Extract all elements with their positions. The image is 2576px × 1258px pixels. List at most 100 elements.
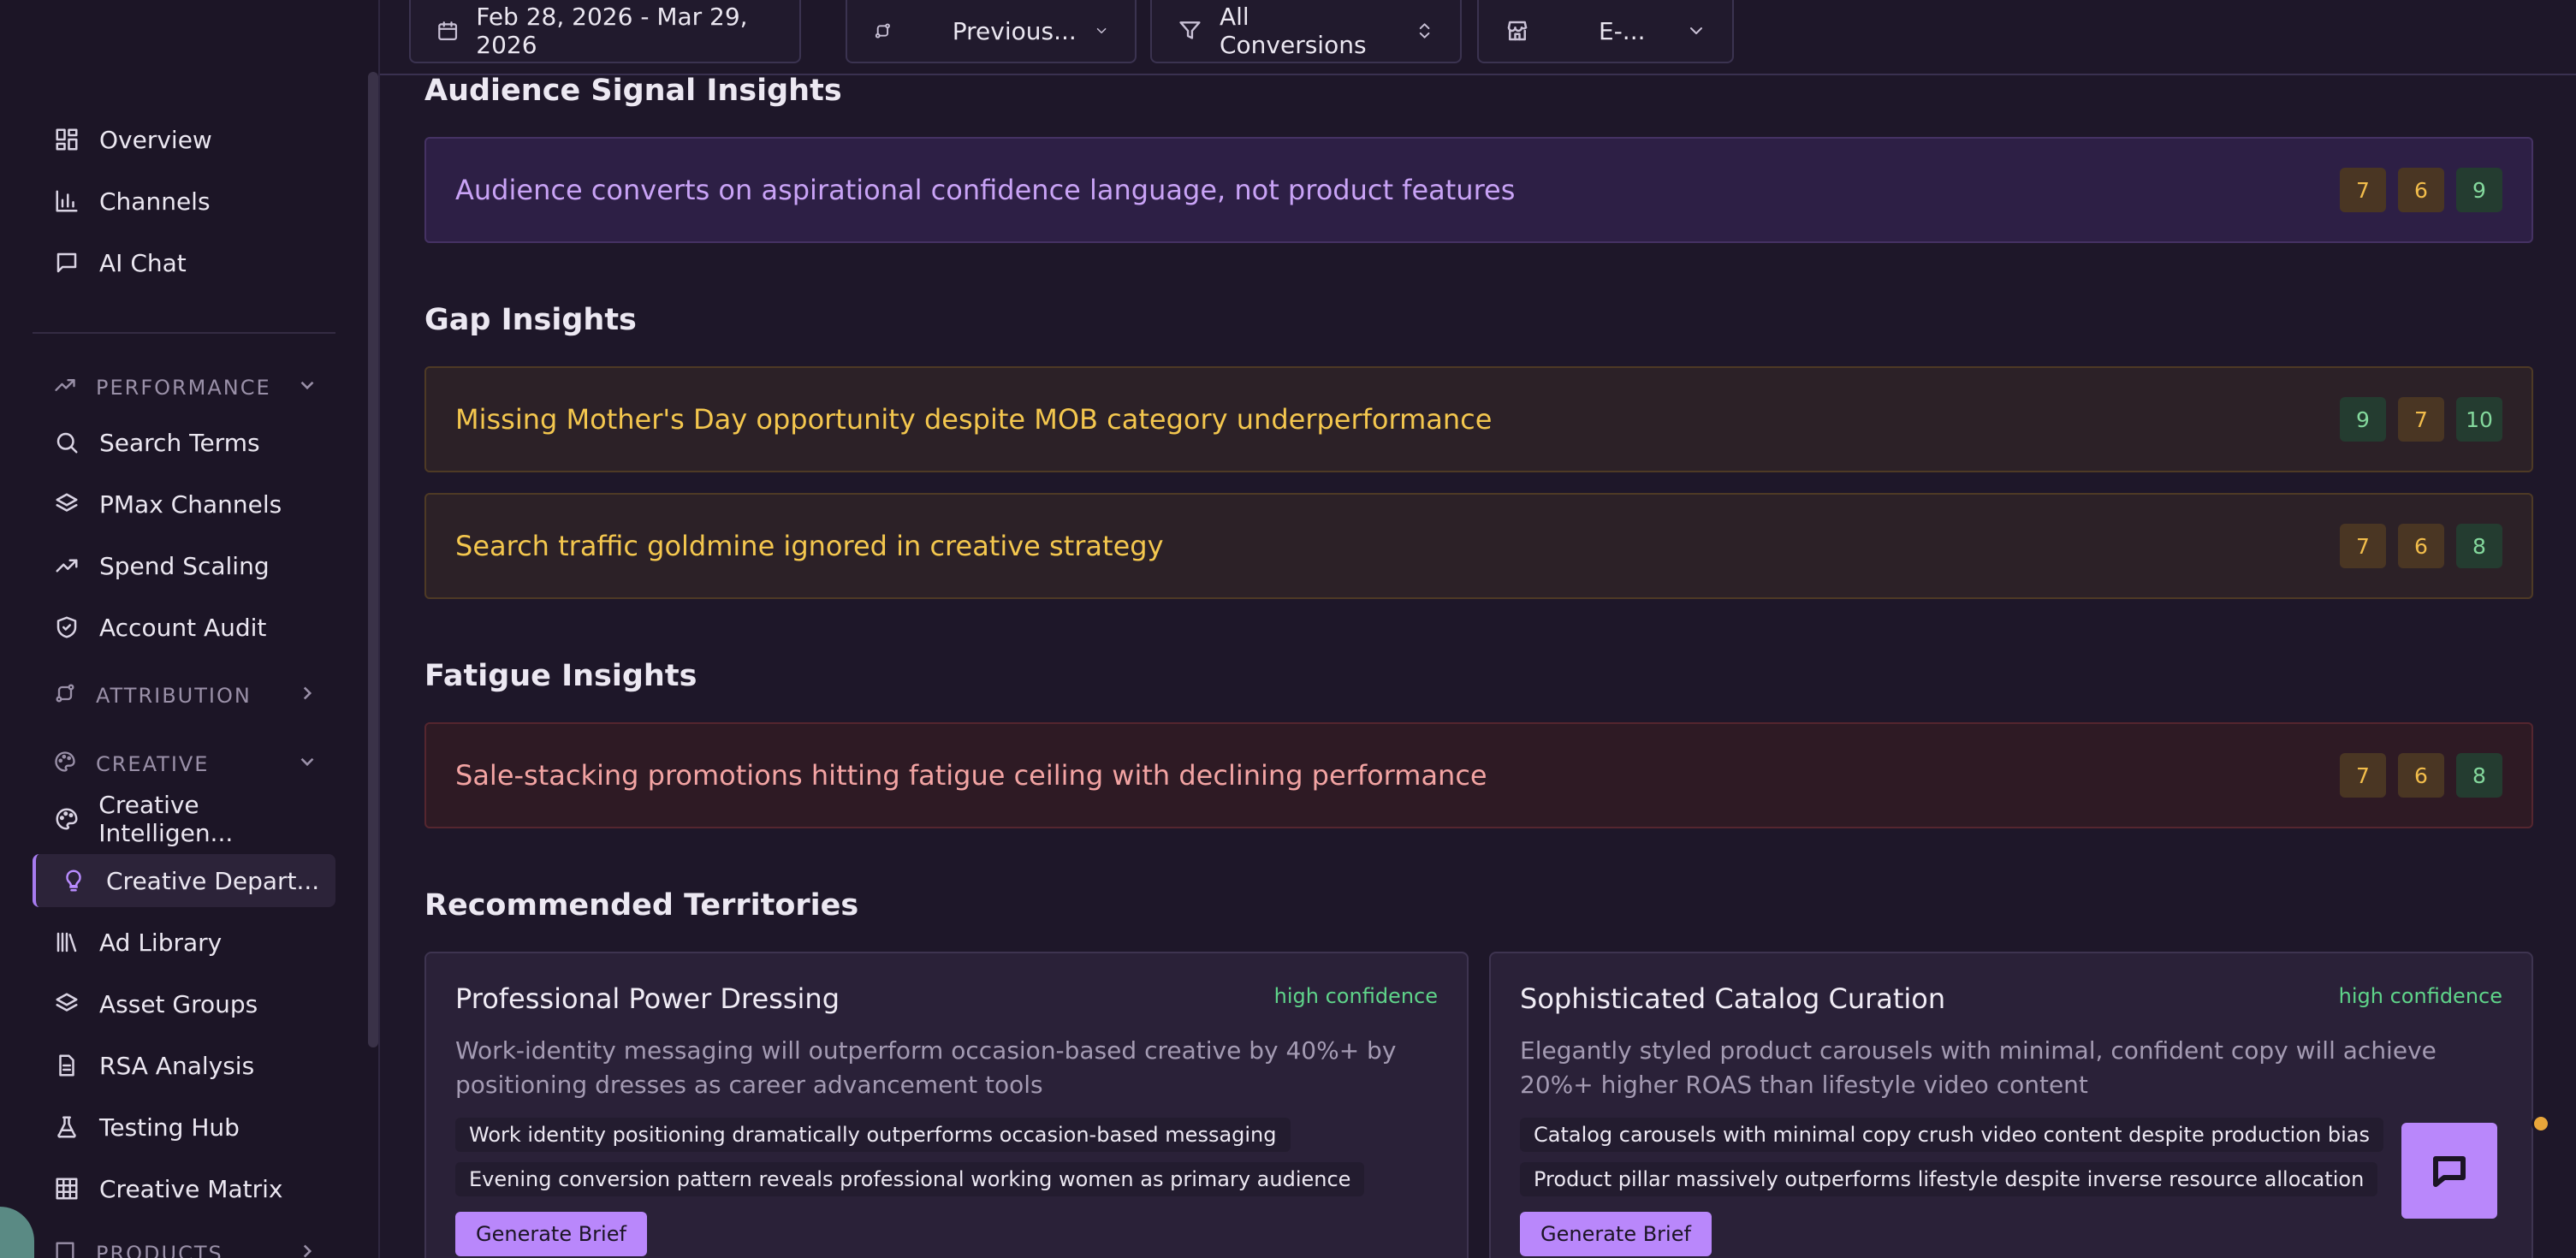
score-badge: 7 [2340,753,2386,798]
score-badges: 9 7 10 [2340,397,2502,442]
top-filter-bar: Feb 28, 2026 - Mar 29, 2026 Previous... … [380,0,2576,75]
date-range-label: Feb 28, 2026 - Mar 29, 2026 [476,3,748,59]
sidebar-item-pmax-channels[interactable]: PMax Channels [33,478,335,531]
territory-card[interactable]: Sophisticated Catalog Curation high conf… [1489,952,2533,1258]
chat-bubble-icon [2433,1156,2466,1187]
sidebar-scrollbar[interactable] [368,72,378,1047]
insight-text: Search traffic goldmine ignored in creat… [455,530,1164,562]
score-badge: 7 [2398,397,2444,442]
gap-insights-title: Gap Insights [424,303,637,337]
chevron-right-icon [296,1240,318,1258]
territory-card[interactable]: Professional Power Dressing high confide… [424,952,1469,1258]
sidebar-item-creative-department[interactable]: Creative Depart... [33,854,335,907]
sidebar-section-products[interactable]: PRODUCTS [33,1232,335,1258]
score-badge: 6 [2398,524,2444,568]
shield-check-icon [53,614,80,641]
insight-text: Audience converts on aspirational confid… [455,174,1516,206]
store-label: E-... [1599,16,1646,45]
insight-card[interactable]: Missing Mother's Day opportunity despite… [424,366,2533,472]
sidebar-item-label: Creative Matrix [99,1174,283,1203]
chevron-down-icon [296,374,318,401]
conversions-label: All Conversions [1219,3,1367,59]
table-icon [53,1175,80,1202]
insight-card[interactable]: Sale-stacking promotions hitting fatigue… [424,722,2533,828]
box-icon [53,1239,77,1258]
sidebar-section-attribution[interactable]: ATTRIBUTION [33,674,335,717]
score-badges: 7 6 9 [2340,168,2502,212]
score-badge: 7 [2340,524,2386,568]
avatar-edge [0,1207,34,1258]
score-badge: 8 [2456,753,2502,798]
palette-icon [53,750,77,779]
territory-description: Elegantly styled product carousels with … [1520,1036,2437,1099]
date-range-picker[interactable]: Feb 28, 2026 - Mar 29, 2026 [409,0,801,63]
sidebar-item-label: Testing Hub [99,1113,240,1142]
conversions-filter[interactable]: All Conversions [1150,0,1462,63]
flask-icon [53,1113,80,1141]
sidebar-item-rsa-analysis[interactable]: RSA Analysis [33,1039,335,1092]
sidebar-item-search-terms[interactable]: Search Terms [33,416,335,469]
sidebar-item-label: Search Terms [99,428,260,457]
sidebar-section-creative[interactable]: CREATIVE [33,743,335,786]
trend-up-icon [53,373,77,402]
sidebar-item-label: Creative Depart... [106,866,320,895]
chat-launcher-button[interactable] [2401,1123,2497,1219]
sidebar-item-overview[interactable]: Overview [33,113,335,166]
evidence-pill: Product pillar massively outperforms lif… [1520,1162,2378,1196]
route-icon [53,681,77,710]
sidebar-item-label: Spend Scaling [99,551,270,580]
score-badge: 6 [2398,753,2444,798]
sidebar-item-ad-library[interactable]: Ad Library [33,916,335,969]
chevron-down-icon [1096,27,1107,34]
score-badge: 9 [2456,168,2502,212]
compare-period-select[interactable]: Previous... [846,0,1137,63]
confidence-label: high confidence [2338,984,2502,1008]
sidebar-item-ai-chat[interactable]: AI Chat [33,236,335,289]
insight-card[interactable]: Search traffic goldmine ignored in creat… [424,493,2533,599]
sidebar-item-asset-groups[interactable]: Asset Groups [33,977,335,1030]
calendar-icon [438,21,458,40]
section-label: ATTRIBUTION [96,684,252,708]
trend-up-icon [53,552,80,579]
section-label: CREATIVE [96,752,210,776]
sidebar-section-performance[interactable]: PERFORMANCE [33,366,335,409]
section-label: PERFORMANCE [96,376,271,400]
section-label: PRODUCTS [96,1242,223,1258]
bar-chart-icon [53,187,80,215]
sidebar-item-channels[interactable]: Channels [33,175,335,228]
score-badge: 7 [2340,168,2386,212]
sidebar-item-account-audit[interactable]: Account Audit [33,601,335,654]
route-icon [875,23,890,39]
sidebar: Overview Channels AI Chat PERFORMANCE Se… [0,0,380,1258]
score-badge: 6 [2398,168,2444,212]
territory-description: Work-identity messaging will outperform … [455,1036,1397,1099]
generate-brief-button[interactable]: Generate Brief [1520,1212,1712,1256]
territory-points: Work identity positioning dramatically o… [455,1107,1438,1196]
sidebar-item-testing-hub[interactable]: Testing Hub [33,1101,335,1154]
store-icon [1507,21,1528,41]
territory-points: Catalog carousels with minimal copy crus… [1520,1107,2502,1196]
message-icon [53,249,80,276]
score-badges: 7 6 8 [2340,753,2502,798]
insight-text: Sale-stacking promotions hitting fatigue… [455,759,1487,792]
sidebar-item-creative-intelligence[interactable]: Creative Intelligen... [33,791,335,847]
layers-icon [53,490,80,518]
insight-card[interactable]: Audience converts on aspirational confid… [424,137,2533,243]
sidebar-item-label: Asset Groups [99,989,258,1018]
chevron-right-icon [296,682,318,709]
sidebar-item-creative-matrix[interactable]: Creative Matrix [33,1162,335,1215]
palette-icon [53,805,80,833]
recommended-territories-title: Recommended Territories [424,888,859,923]
chevron-updown-icon [1419,23,1430,39]
score-badge: 10 [2456,397,2502,442]
compare-label: Previous... [952,16,1077,45]
sidebar-item-label: PMax Channels [99,490,282,519]
audience-signal-title: Audience Signal Insights [424,74,842,108]
library-icon [53,929,80,956]
store-select[interactable]: E-... [1477,0,1734,63]
evidence-pill: Work identity positioning dramatically o… [455,1118,1291,1152]
sidebar-item-spend-scaling[interactable]: Spend Scaling [33,539,335,592]
generate-brief-button[interactable]: Generate Brief [455,1212,647,1256]
sidebar-item-label: Overview [99,125,212,154]
notification-dot [2531,1114,2550,1133]
